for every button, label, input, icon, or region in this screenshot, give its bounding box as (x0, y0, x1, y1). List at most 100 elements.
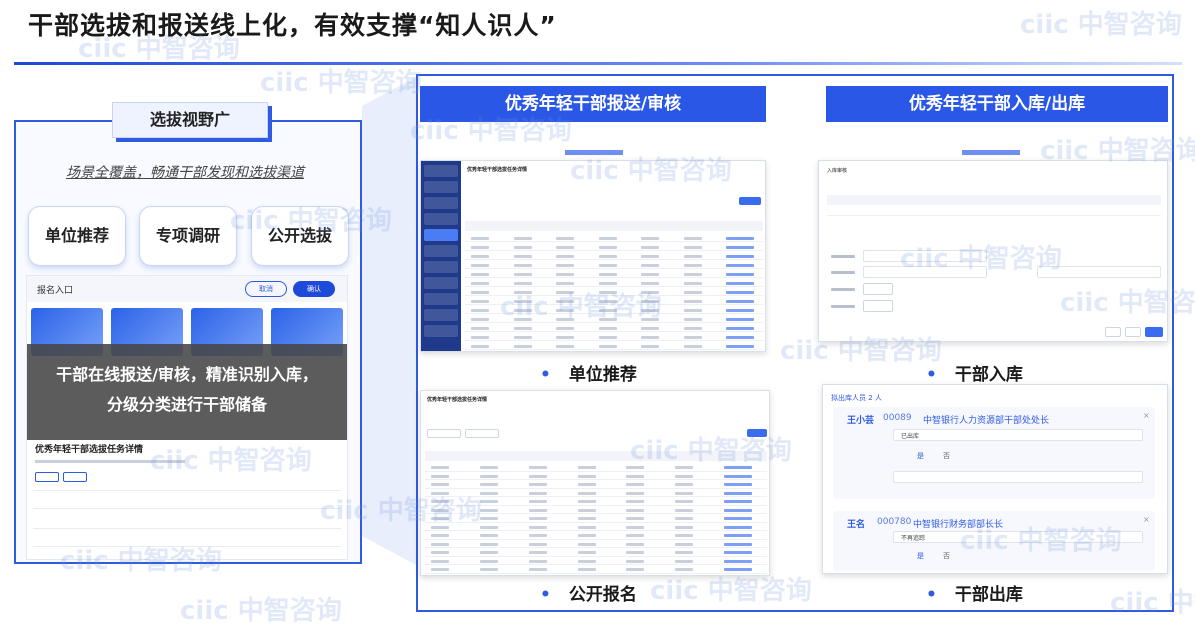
close-icon[interactable]: × (1143, 515, 1150, 524)
row-action-link[interactable] (726, 236, 755, 240)
table-cell (431, 517, 449, 521)
yes-option[interactable]: 是 (917, 551, 924, 561)
table-cell (528, 525, 547, 529)
confirm-button[interactable]: 确认 (293, 281, 335, 297)
entry-bar: 报名入口 取消 确认 (27, 276, 347, 302)
form-input[interactable] (863, 266, 987, 278)
table-cell (683, 236, 702, 240)
cancel-button[interactable]: 取消 (245, 281, 287, 297)
public-selection-tile[interactable]: 公开选拔 (251, 206, 349, 266)
row-action-link[interactable] (724, 483, 753, 487)
remark-input[interactable] (893, 471, 1143, 483)
yes-option[interactable]: 是 (917, 451, 924, 461)
table-cell (513, 272, 532, 276)
table-cell (479, 508, 498, 512)
row-action-link[interactable] (724, 500, 753, 504)
table-cell (675, 568, 694, 572)
table-cell (528, 466, 547, 470)
action-button[interactable] (747, 429, 767, 437)
row-action-link[interactable] (724, 466, 753, 470)
left-panel-tag: 选拔视野广 (112, 102, 268, 138)
table-cell (471, 299, 489, 303)
table-cell (556, 263, 575, 267)
table-cell (577, 508, 596, 512)
header-stub (962, 150, 1020, 155)
table-cell (626, 559, 645, 563)
no-option[interactable]: 否 (943, 551, 950, 561)
table-cell (626, 491, 645, 495)
row-action-link[interactable] (726, 326, 755, 330)
table-cell (556, 308, 575, 312)
save-button[interactable] (1125, 327, 1141, 337)
tab-tag[interactable] (35, 472, 59, 482)
row-action-link[interactable] (726, 299, 755, 303)
row-action-link[interactable] (724, 474, 753, 478)
row-action-link[interactable] (726, 281, 755, 285)
table-cell (431, 525, 449, 529)
row-action-link[interactable] (724, 551, 753, 555)
reason-select[interactable] (893, 531, 1143, 543)
table-cell (641, 326, 660, 330)
confirm-button[interactable] (1145, 327, 1163, 337)
close-icon[interactable]: × (1143, 411, 1150, 420)
table-cell (683, 308, 702, 312)
table-cell (683, 317, 702, 321)
row-action-link[interactable] (726, 263, 755, 267)
reason-select[interactable] (893, 429, 1143, 441)
form-input[interactable] (1037, 266, 1161, 278)
no-option[interactable]: 否 (943, 451, 950, 461)
unit-recommend-tile[interactable]: 单位推荐 (28, 206, 126, 266)
cancel-button[interactable] (1105, 327, 1121, 337)
table-cell (598, 254, 617, 258)
table-cell (513, 236, 532, 240)
table-cell (598, 272, 617, 276)
row-action-link[interactable] (724, 525, 753, 529)
overlay-line-2: 分级分类进行干部储备 (106, 395, 267, 414)
row-action-link[interactable] (726, 272, 755, 276)
upload-button[interactable] (863, 283, 893, 295)
row-action-link[interactable] (724, 534, 753, 538)
table-cell (598, 299, 617, 303)
tab-tag[interactable] (63, 472, 87, 482)
row-action-link[interactable] (724, 559, 753, 563)
table-cell (641, 245, 660, 249)
row-action-link[interactable] (724, 491, 753, 495)
table-cell (626, 483, 645, 487)
table-cell (675, 551, 694, 555)
table-cell (626, 568, 645, 572)
table-cell (683, 263, 702, 267)
table-cell (641, 281, 660, 285)
caption-storage-in: • 干部入库 (926, 365, 1023, 385)
upload-button[interactable] (863, 300, 893, 312)
row-action-link[interactable] (724, 568, 753, 572)
row-action-link[interactable] (724, 542, 753, 546)
row-action-link[interactable] (726, 335, 755, 339)
special-survey-tile[interactable]: 专项调研 (139, 206, 237, 266)
row-action-link[interactable] (724, 508, 753, 512)
person-id: 000780 (877, 517, 912, 527)
table-cell (556, 326, 575, 330)
table-cell (471, 344, 489, 348)
table-cell (556, 299, 575, 303)
form-input[interactable] (863, 250, 987, 262)
row-action-link[interactable] (726, 344, 755, 348)
row-action-link[interactable] (726, 290, 755, 294)
table-cell (431, 542, 449, 546)
table-cell (556, 245, 575, 249)
tab-1[interactable] (427, 429, 461, 438)
table-cell (577, 474, 596, 478)
unit-recommend-screenshot: 优秀年轻干部选拔任务详情 (420, 160, 766, 352)
selection-screenshot: 报名入口 取消 确认 干部在线报送/审核，精准识别入库， 分级分类进行干部储备 … (26, 275, 348, 560)
row-action-link[interactable] (726, 317, 755, 321)
table-row (465, 349, 763, 350)
row-action-link[interactable] (726, 245, 755, 249)
action-button[interactable] (739, 197, 761, 205)
detail-meta (35, 460, 185, 463)
shot-title: 入库审核 (827, 168, 848, 174)
row-action-link[interactable] (724, 517, 753, 521)
table-cell (513, 326, 532, 330)
row-action-link[interactable] (726, 254, 755, 258)
table-row (425, 504, 767, 506)
tab-2[interactable] (465, 429, 499, 438)
row-action-link[interactable] (726, 308, 755, 312)
